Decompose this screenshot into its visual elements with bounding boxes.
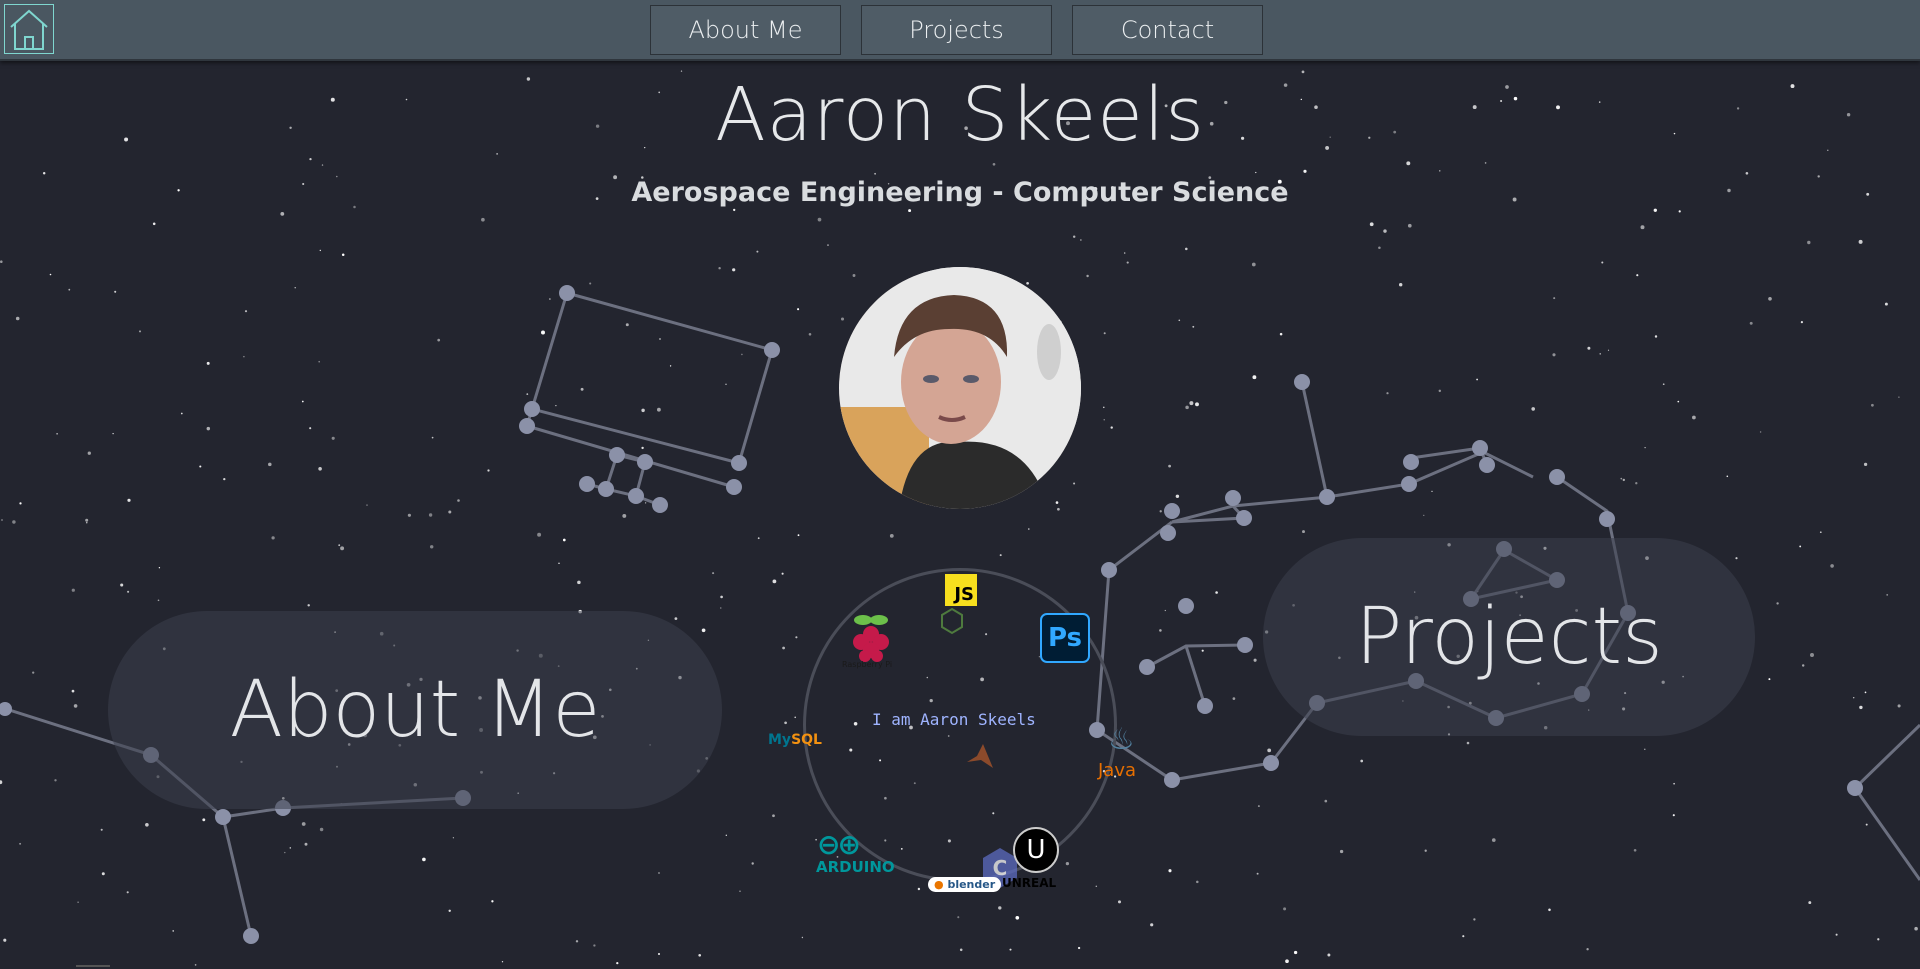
nodejs-logo-icon	[922, 607, 982, 637]
about-me-section-button[interactable]: About Me	[108, 611, 722, 809]
blender-mark: ●	[934, 878, 944, 891]
nav-menu: About Me Projects Contact	[650, 5, 1263, 55]
arduino-logo-label: ARDUINO	[816, 858, 895, 876]
unreal-engine-logo-icon: U	[1013, 827, 1059, 873]
profile-avatar	[839, 267, 1081, 509]
home-button[interactable]	[4, 4, 54, 54]
java-cup-icon: ♨	[1108, 722, 1135, 757]
mysql-logo-icon: MySQL	[768, 732, 822, 748]
nav-projects-button[interactable]: Projects	[861, 5, 1052, 55]
nav-contact-button[interactable]: Contact	[1072, 5, 1263, 55]
javascript-logo-icon: JS	[945, 574, 977, 606]
blender-label: blender	[947, 878, 996, 891]
scroll-indicator	[76, 965, 110, 967]
java-logo-label: Java	[1098, 760, 1137, 781]
arduino-symbol-icon: ⊖⊕	[817, 828, 861, 861]
photoshop-logo-icon: Ps	[1040, 613, 1090, 663]
intro-text: I am Aaron Skeels	[872, 710, 1036, 729]
projects-section-button[interactable]: Projects	[1263, 538, 1755, 736]
unreal-engine-label: UNREAL	[1002, 876, 1057, 890]
house-icon	[10, 9, 48, 50]
matlab-logo-icon	[965, 742, 995, 772]
mysql-label-b: SQL	[791, 732, 822, 748]
top-navbar: About Me Projects Contact	[0, 0, 1920, 61]
page-subtitle: Aerospace Engineering - Computer Science	[631, 177, 1289, 208]
page-title: Aaron Skeels	[715, 72, 1205, 158]
nav-about-button[interactable]: About Me	[650, 5, 841, 55]
raspberry-pi-label: Raspberry Pi	[842, 660, 893, 669]
mysql-label-a: My	[768, 732, 792, 748]
blender-logo-icon: ● blender	[928, 877, 1002, 892]
